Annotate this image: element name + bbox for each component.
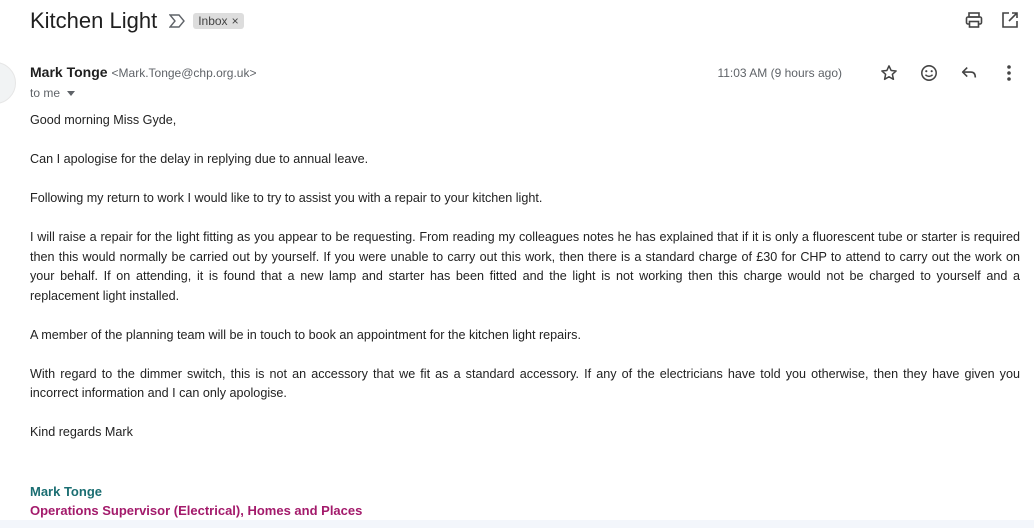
star-icon[interactable] — [878, 62, 900, 84]
chevron-down-icon — [67, 90, 76, 96]
thread-actions — [964, 10, 1020, 30]
sender-avatar — [0, 62, 16, 104]
emoji-reaction-icon[interactable] — [918, 62, 940, 84]
signature-name: Mark Tonge — [30, 484, 102, 499]
important-marker-icon[interactable] — [169, 12, 187, 30]
inbox-label-chip: Inbox × — [193, 13, 244, 29]
body-paragraph: Kind regards Mark — [30, 425, 133, 439]
print-icon[interactable] — [964, 10, 984, 30]
reply-icon[interactable] — [958, 62, 980, 84]
recipient-details-toggle[interactable]: to me — [30, 86, 76, 100]
body-paragraph: Can I apologise for the delay in replyin… — [30, 152, 369, 166]
email-body: Good morning Miss Gyde, Can I apologise … — [30, 111, 1020, 462]
sender-email: <Mark.Tonge@chp.org.uk> — [111, 66, 257, 80]
remove-label-button[interactable]: × — [232, 14, 239, 28]
subject-row: Kitchen Light Inbox × — [30, 4, 244, 38]
label-text: Inbox — [198, 14, 228, 28]
more-vertical-icon[interactable] — [998, 62, 1020, 84]
bottom-edge — [0, 520, 1034, 528]
body-paragraph: Following my return to work I would like… — [30, 191, 543, 205]
body-paragraph: Good morning Miss Gyde, — [30, 113, 177, 127]
body-paragraph: A member of the planning team will be in… — [30, 327, 581, 342]
signature-title: Operations Supervisor (Electrical), Home… — [30, 503, 363, 518]
recipient-text: to me — [30, 86, 61, 100]
sender-row: Mark Tonge <Mark.Tonge@chp.org.uk> — [30, 64, 256, 80]
body-paragraph: I will raise a repair for the light fitt… — [30, 230, 1020, 303]
message-actions: 11:03 AM (9 hours ago) — [717, 62, 1020, 84]
message-timestamp: 11:03 AM (9 hours ago) — [717, 66, 842, 80]
open-in-new-window-icon[interactable] — [1000, 10, 1020, 30]
email-signature: Mark Tonge Operations Supervisor (Electr… — [30, 482, 362, 520]
body-paragraph: With regard to the dimmer switch, this i… — [30, 366, 1020, 401]
sender-name: Mark Tonge — [30, 64, 108, 80]
email-subject: Kitchen Light — [30, 8, 158, 33]
